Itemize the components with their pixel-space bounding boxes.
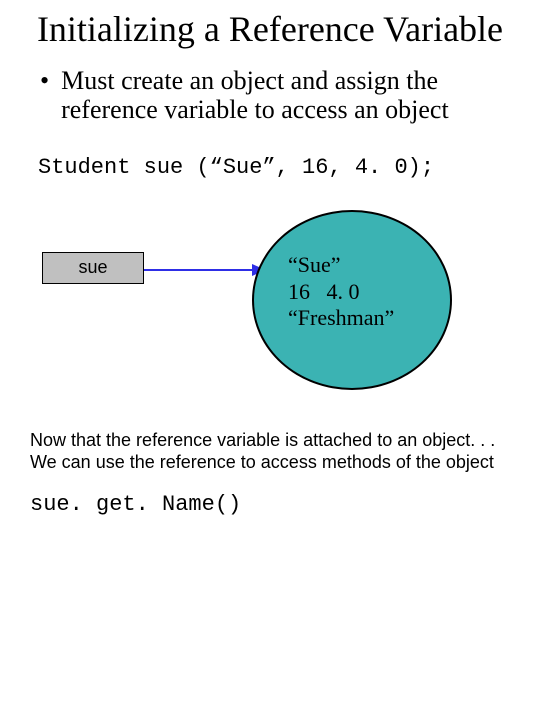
arrow-icon: [144, 260, 266, 280]
object-line-3: “Freshman”: [288, 305, 394, 331]
object-contents: “Sue” 16 4. 0 “Freshman”: [288, 252, 394, 331]
footer-paragraph: Now that the reference variable is attac…: [0, 430, 540, 473]
bullet-marker: •: [40, 66, 61, 126]
reference-variable-box: sue: [42, 252, 144, 284]
bullet-list: • Must create an object and assign the r…: [0, 58, 540, 126]
bullet-item: • Must create an object and assign the r…: [40, 66, 510, 126]
method-call-code: sue. get. Name(): [0, 474, 540, 517]
code-declaration: Student sue (“Sue”, 16, 4. 0);: [0, 125, 540, 180]
object-line-2: 16 4. 0: [288, 279, 394, 305]
slide-title: Initializing a Reference Variable: [0, 0, 540, 58]
bullet-text: Must create an object and assign the ref…: [61, 66, 510, 126]
object-line-1: “Sue”: [288, 252, 394, 278]
reference-diagram: sue “Sue” 16 4. 0 “Freshman”: [0, 210, 540, 430]
